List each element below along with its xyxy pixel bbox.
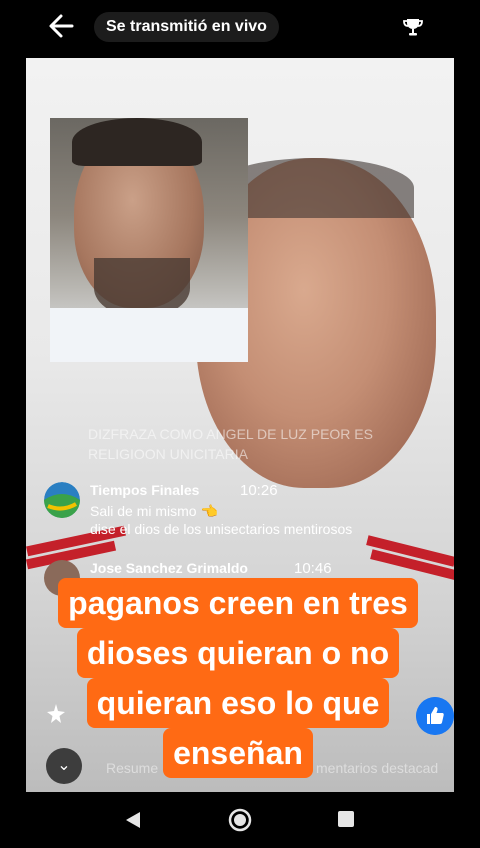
guest-shirt	[50, 308, 248, 362]
chevron-down-icon[interactable]: ⌄	[46, 748, 82, 784]
system-nav-bar	[0, 796, 480, 848]
like-icon[interactable]	[416, 697, 454, 735]
video-overlay-line-2: RELIGIOON UNICITARIA	[88, 446, 248, 462]
caption-line: dioses quieran o no	[76, 628, 400, 678]
comment-author[interactable]: Tiempos Finales	[90, 482, 199, 498]
comments-toolbar: ⌄ Resume mentarios destacad	[26, 742, 454, 794]
summary-tab[interactable]: Resume	[106, 760, 158, 776]
guest-hair	[72, 118, 202, 166]
guest-video-pip[interactable]	[50, 118, 248, 362]
comment-text-line: dise el dios de los unisectarios mentiro…	[90, 521, 353, 537]
comment-author[interactable]: Jose Sanchez Grimaldo	[90, 560, 248, 576]
caption-line: paganos creen en tres	[58, 578, 418, 628]
recent-apps-icon[interactable]	[338, 811, 354, 827]
trophy-icon[interactable]	[400, 14, 426, 40]
comment-time: 10:26	[240, 482, 278, 499]
caption-line: quieran eso lo que	[86, 678, 390, 728]
video-overlay-line-1: DIZFRAZA COMO ANGEL DE LUZ PEOR ES	[88, 426, 373, 442]
avatar[interactable]	[44, 482, 80, 518]
featured-comments-tab[interactable]: mentarios destacad	[316, 760, 438, 776]
page-title: Se transmitió en vivo	[94, 12, 279, 42]
home-circle-icon[interactable]	[228, 808, 252, 832]
top-bar: Se transmitió en vivo	[0, 0, 480, 52]
sparkle-reaction-icon[interactable]	[44, 702, 68, 726]
arrow-left-icon[interactable]	[44, 8, 80, 44]
back-triangle-icon[interactable]	[124, 810, 142, 830]
comment-text-line: Sali de mi mismo 👈	[90, 503, 218, 519]
comment-time: 10:46	[294, 560, 332, 577]
